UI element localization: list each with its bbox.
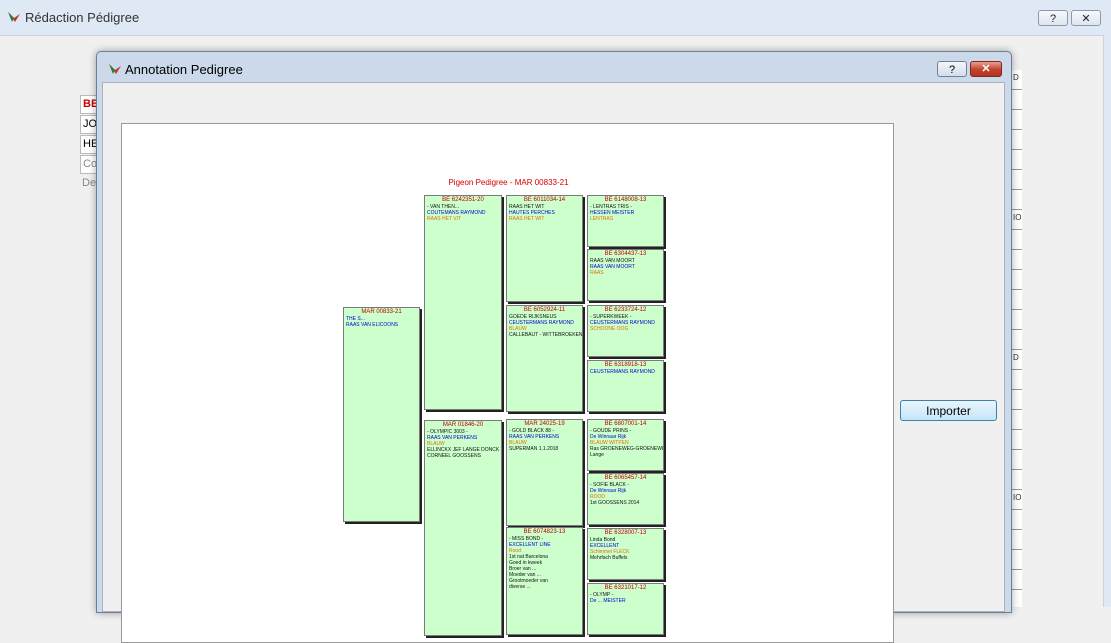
pigeon-ring-number: BE 6233724-12 xyxy=(604,307,647,313)
pigeon-ring-number: MAR 00833-21 xyxy=(361,309,402,315)
grid-label: D xyxy=(1013,353,1019,362)
pigeon-info-line: Lange xyxy=(590,452,604,458)
outer-help-button[interactable]: ? xyxy=(1038,10,1068,26)
pedigree-box-great-grandparent[interactable]: BE 6148008-13- LENTRAS TRIS - HESSEN MEIS… xyxy=(587,195,664,247)
pedigree-box-great-grandparent[interactable]: BE 6321017-12- OLYMP - De ... MEISTER xyxy=(587,583,664,635)
pigeon-ring-number: MAR 01846-20 xyxy=(442,422,484,428)
outer-window-title: Rédaction Pédigree xyxy=(25,10,140,25)
pigeon-info-line: CEUSTERMANS RAYMOND xyxy=(590,369,655,375)
pigeon-info-line: Mehrfach Buffels xyxy=(590,555,628,561)
pedigree-box-sire[interactable]: BE 6242351-20- VAN THEN... COUTEMANS RAYM… xyxy=(424,195,502,410)
pedigree-box-great-grandparent[interactable]: BE 6318918-13 CEUSTERMANS RAYMOND xyxy=(587,360,664,412)
pigeon-ring-number: BE 6807001-14 xyxy=(604,421,647,427)
grid-label: D xyxy=(1013,73,1019,82)
pigeon-ring-number: BE 6318918-13 xyxy=(604,362,647,368)
pedigree-box-great-grandparent[interactable]: BE 6328007-13 Linda Bond EXCELLENT Schimmel… xyxy=(587,528,664,580)
pedigree-box-great-grandparent[interactable]: BE 6807001-14- GOUDE PRINS - De Winnaar R… xyxy=(587,419,664,471)
grid-label: IO xyxy=(1013,493,1022,502)
pigeon-ring-number: BE 6242351-20 xyxy=(442,197,484,203)
pigeon-info-line: SCHOONE OOG xyxy=(590,326,629,332)
pedigree-box-grandparent[interactable]: BE 6052924-11 GOEDE RIJKSNEUS CEUSTERMANS … xyxy=(506,305,583,412)
pedigree-box-great-grandparent[interactable]: BE 6065457-14- SOFIE BLACK - De Winnaar R… xyxy=(587,473,664,525)
pedigree-title: Pigeon Pedigree - MAR 00833-21 xyxy=(448,178,569,187)
pigeon-ring-number: BE 6328007-13 xyxy=(604,530,647,536)
pigeon-ring-number: BE 6074823-13 xyxy=(523,529,566,535)
app-bird-icon xyxy=(109,64,121,74)
pedigree-box-subject[interactable]: MAR 00833-21 THE S... RAAS VAN ELICOONS xyxy=(343,307,420,522)
pigeon-info-line: De ... MEISTER xyxy=(590,598,626,604)
outer-close-button[interactable]: ✕ xyxy=(1071,10,1101,26)
dialog-title: Annotation Pedigree xyxy=(125,62,243,77)
pedigree-box-grandparent[interactable]: MAR 24025-19- GOLD BLACK 88 - RAAS VAN PE… xyxy=(506,419,583,526)
pedigree-box-grandparent[interactable]: BE 6011034-14 RAAS HET WIT HAUTES PERCHES R… xyxy=(506,195,583,302)
dialog-titlebar: Annotation Pedigree ? ✕ xyxy=(97,52,1011,82)
pigeon-ring-number: BE 6321017-12 xyxy=(604,585,647,591)
pigeon-ring-number: MAR 24025-19 xyxy=(524,421,565,427)
pigeon-ring-number: BE 6304437-13 xyxy=(604,251,647,257)
dialog-body: Pigeon Pedigree - MAR 00833-21 MAR 00833… xyxy=(102,82,1005,643)
pedigree-box-dam[interactable]: MAR 01846-20- OLYMPIC 3003 - RAAS VAN PER… xyxy=(424,420,502,636)
dialog-help-button[interactable]: ? xyxy=(937,61,967,77)
pigeon-info-line: LENTRAS xyxy=(590,216,614,222)
dialog-close-button[interactable]: ✕ xyxy=(970,61,1002,77)
pigeon-ring-number: BE 6148008-13 xyxy=(604,197,647,203)
annotation-dialog: Annotation Pedigree ? ✕ Pigeon Pedigree … xyxy=(96,51,1012,643)
import-button[interactable]: Importer xyxy=(900,400,997,421)
pigeon-ring-number: BE 6052924-11 xyxy=(523,307,566,313)
outer-titlebar: Rédaction Pédigree ? ✕ xyxy=(0,0,1111,36)
pigeon-info-line: CALLEBAUT - WITTEBROEKEN xyxy=(509,332,583,338)
pigeon-info-line: 1st GOOSSENS 2014 xyxy=(590,500,640,506)
pigeon-info-line: RAAS HET WIT xyxy=(509,216,545,222)
app-bird-icon xyxy=(8,12,20,22)
pedigree-box-great-grandparent[interactable]: BE 6233724-12- SUPERKWEEK - CEUSTERMANS R… xyxy=(587,305,664,357)
pigeon-info-line: RAAS VAN ELICOONS xyxy=(346,322,399,328)
outer-window-border xyxy=(1103,35,1111,607)
pigeon-info-line: diverse ... xyxy=(509,584,531,590)
pigeon-info-line: RAAS xyxy=(590,270,604,276)
pigeon-ring-number: BE 6011034-14 xyxy=(523,197,566,203)
pedigree-box-great-grandparent[interactable]: BE 6304437-13 RAAS VAN MOORT RAAS VAN MOOR… xyxy=(587,249,664,301)
pedigree-canvas: Pigeon Pedigree - MAR 00833-21 MAR 00833… xyxy=(121,123,894,643)
pigeon-info-line: SUPERMAN 1.1.2018 xyxy=(509,446,559,452)
pigeon-ring-number: BE 6065457-14 xyxy=(604,475,647,481)
grid-label: IO xyxy=(1013,213,1022,222)
pedigree-box-grandparent[interactable]: BE 6074823-13- MISS BOND - EXCELLENT LINE… xyxy=(506,527,583,635)
pigeon-info-line: CORNEEL GOOSSENS xyxy=(427,453,481,459)
pigeon-info-line: RAAS HET VIT xyxy=(427,216,462,222)
